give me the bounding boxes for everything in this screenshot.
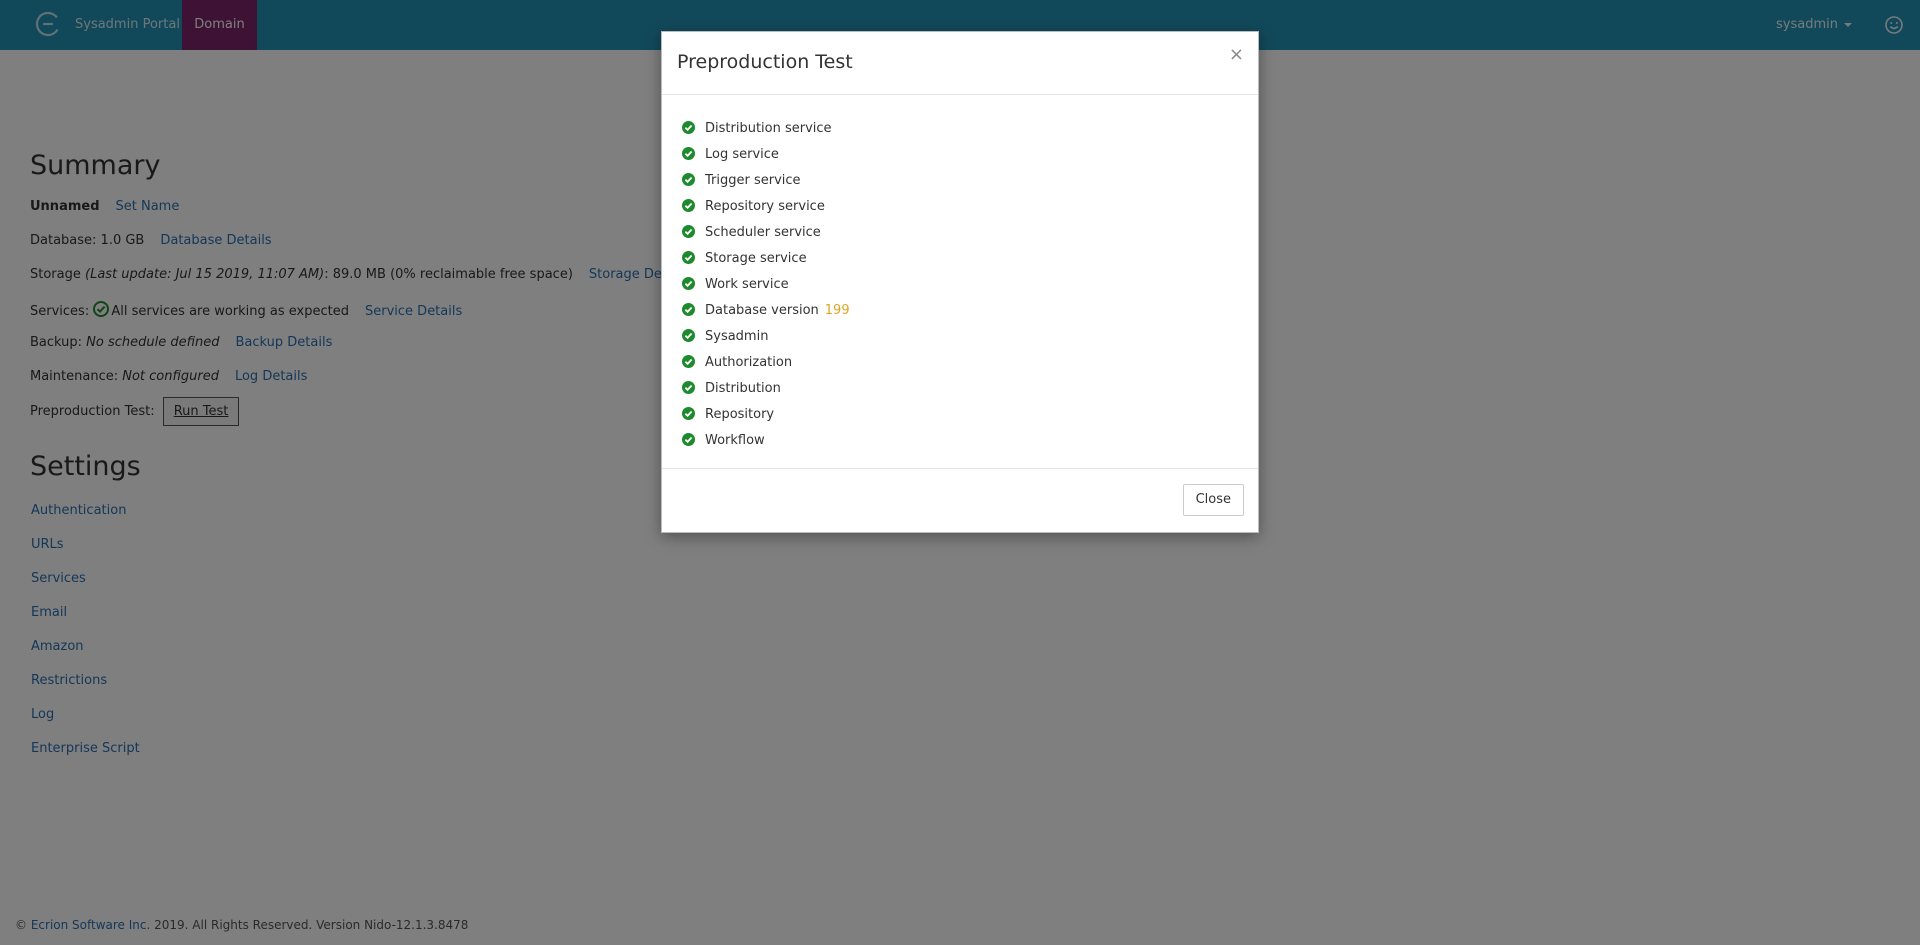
check-circle-icon	[682, 251, 695, 264]
close-button[interactable]: Close	[1182, 484, 1244, 516]
list-item: Sysadmin	[682, 324, 850, 350]
list-item: Database version 199	[682, 298, 850, 324]
check-circle-icon	[682, 225, 695, 238]
check-circle-icon	[682, 199, 695, 212]
check-circle-icon	[682, 173, 695, 186]
test-label: Repository service	[705, 199, 825, 214]
database-version-value: 199	[824, 303, 850, 318]
check-circle-icon	[682, 329, 695, 342]
test-label: Authorization	[705, 355, 793, 370]
test-label: Storage service	[705, 251, 807, 266]
check-circle-icon	[682, 407, 695, 420]
check-circle-icon	[682, 433, 695, 446]
modal-footer: Close	[662, 468, 1258, 535]
test-label: Scheduler service	[705, 225, 821, 240]
list-item: Repository service	[682, 194, 850, 220]
check-circle-icon	[682, 121, 695, 134]
list-item: Repository	[682, 402, 850, 428]
list-item: Workflow	[682, 428, 850, 454]
modal-header: Preproduction Test ×	[662, 32, 1258, 95]
test-label: Repository	[705, 407, 775, 422]
check-circle-icon	[682, 355, 695, 368]
test-label: Database version	[705, 303, 819, 318]
list-item: Scheduler service	[682, 220, 850, 246]
test-label: Log service	[705, 147, 779, 162]
list-item: Work service	[682, 272, 850, 298]
check-circle-icon	[682, 303, 695, 316]
list-item: Trigger service	[682, 168, 850, 194]
check-circle-icon	[682, 147, 695, 160]
close-icon[interactable]: ×	[1229, 44, 1244, 65]
list-item: Distribution	[682, 376, 850, 402]
test-label: Distribution service	[705, 121, 832, 136]
test-label: Trigger service	[705, 173, 801, 188]
test-results-list: Distribution service Log service Trigger…	[682, 116, 850, 454]
list-item: Authorization	[682, 350, 850, 376]
check-circle-icon	[682, 381, 695, 394]
test-label: Workflow	[705, 433, 765, 448]
test-label: Sysadmin	[705, 329, 769, 344]
test-label: Distribution	[705, 381, 781, 396]
list-item: Distribution service	[682, 116, 850, 142]
preproduction-test-dialog: Preproduction Test × Distribution servic…	[661, 31, 1259, 533]
list-item: Storage service	[682, 246, 850, 272]
check-circle-icon	[682, 277, 695, 290]
modal-title: Preproduction Test	[677, 51, 853, 73]
list-item: Log service	[682, 142, 850, 168]
test-label: Work service	[705, 277, 789, 292]
